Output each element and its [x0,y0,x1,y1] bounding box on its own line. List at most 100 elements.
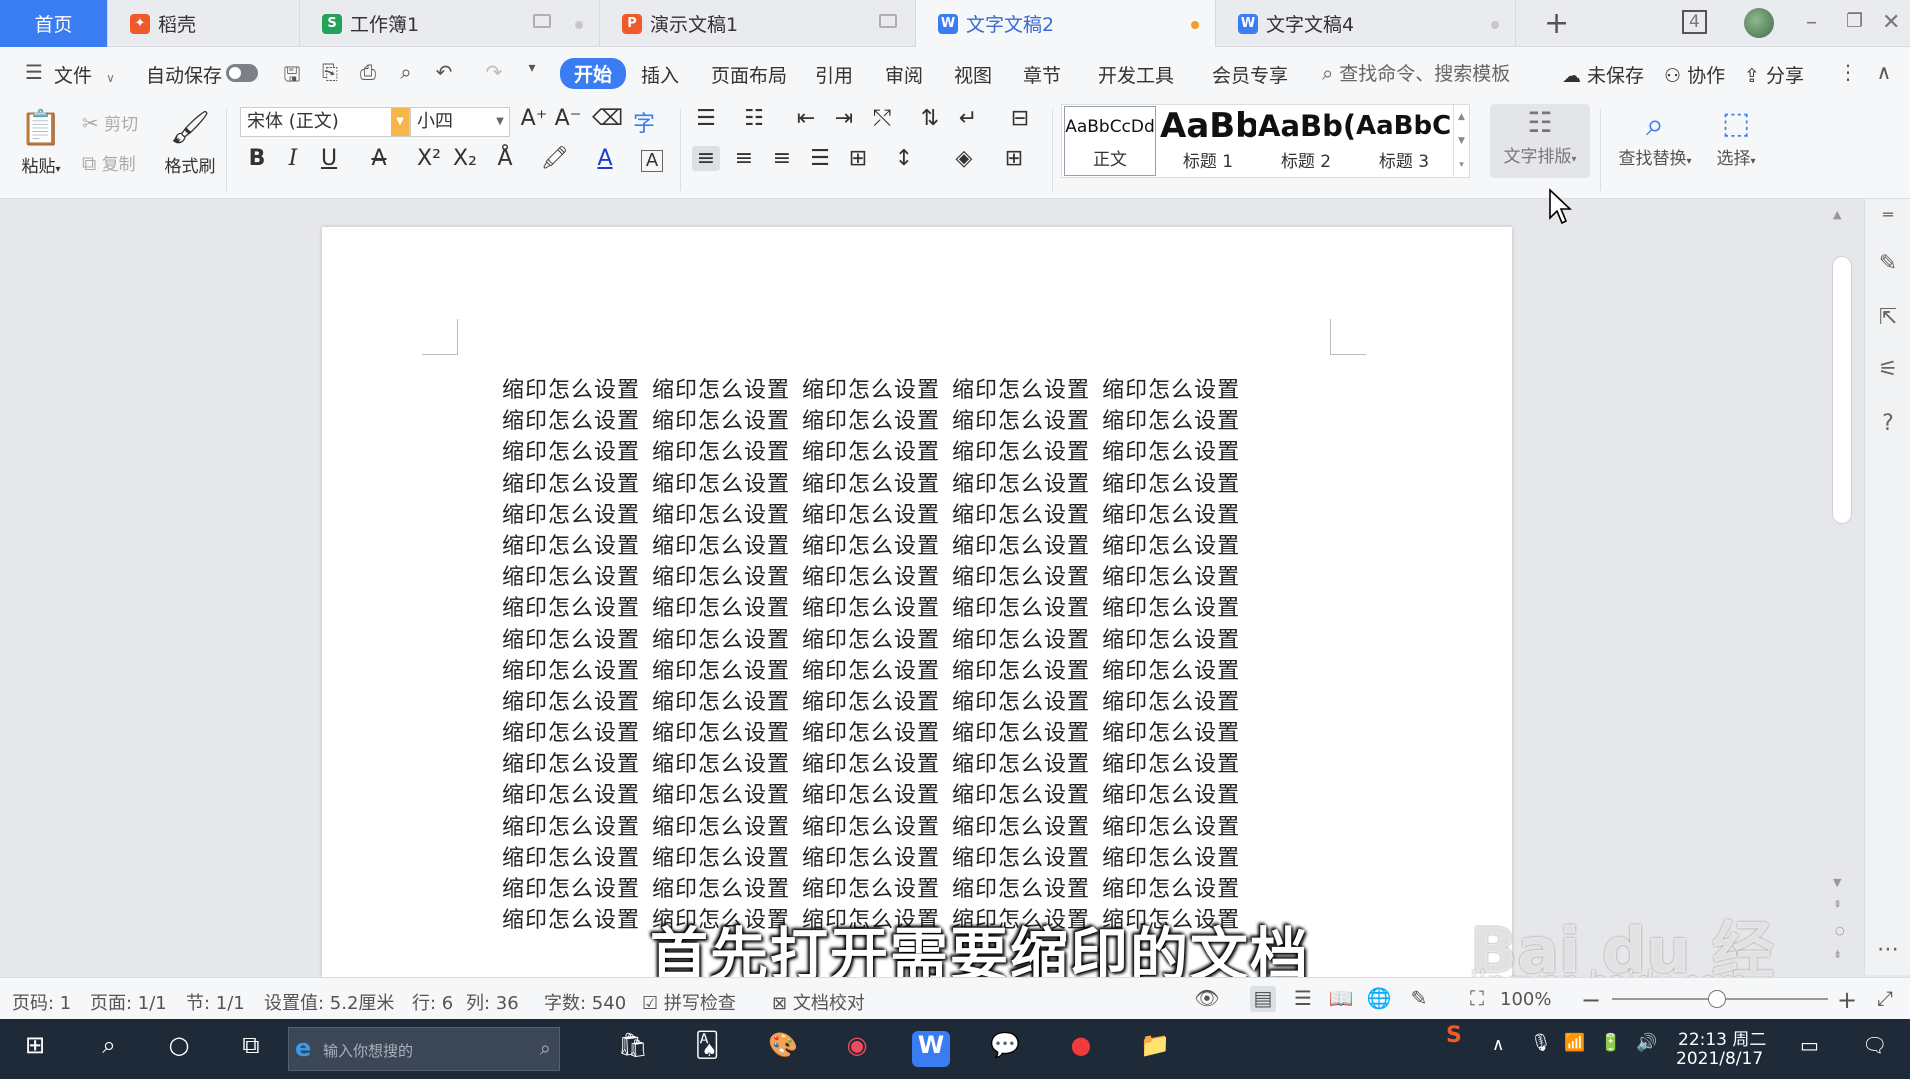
document-line[interactable]: 缩印怎么设置 缩印怎么设置 缩印怎么设置 缩印怎么设置 缩印怎么设置 [502,809,1282,840]
document-line[interactable]: 缩印怎么设置 缩印怎么设置 缩印怎么设置 缩印怎么设置 缩印怎么设置 [502,746,1282,777]
tab-document-2[interactable]: W 文字文稿2 [916,0,1216,47]
customize-toolbar-icon[interactable]: ▾ [520,60,544,84]
sliders-icon[interactable]: ⚟ [1875,357,1901,383]
chinese-layout-icon[interactable]: ⤲ [868,106,896,131]
windows-start-icon[interactable]: ⊞ [16,1031,54,1067]
zoom-out-icon[interactable]: − [1578,986,1604,1014]
scrollbar-thumb[interactable] [1832,256,1852,524]
autosave-toggle[interactable] [226,64,258,82]
write-view-icon[interactable]: ✎ [1406,986,1432,1012]
print-preview-icon[interactable]: ⌕ [394,60,418,84]
file-explorer-icon[interactable]: 📁 [1136,1031,1174,1067]
tab-docer[interactable]: ✦ 稻壳 [108,0,300,47]
font-size-select[interactable]: 小四 ▼ [410,107,510,137]
scroll-down-icon[interactable]: ▼ [1833,876,1841,889]
borders-icon[interactable]: ⊞ [1000,146,1028,171]
menu-member[interactable]: 会员专享 [1212,61,1288,88]
fullscreen-icon[interactable]: ⤢ [1872,986,1898,1012]
eye-protection-icon[interactable]: 👁 [1194,986,1220,1012]
highlight-icon[interactable]: 🖍 [541,146,569,171]
find-replace-button[interactable]: ⌕ 查找替换▾ [1610,104,1700,169]
store-icon[interactable]: 🛍 [614,1031,652,1067]
line-spacing-icon[interactable]: ↕ [890,146,918,171]
document-body[interactable]: 缩印怎么设置 缩印怎么设置 缩印怎么设置 缩印怎么设置 缩印怎么设置 缩印怎么设置 缩印怎么… [502,372,1282,933]
solitaire-icon[interactable]: 🂡 [688,1031,726,1067]
wechat-icon[interactable]: 💬 [986,1031,1024,1067]
action-center-icon[interactable]: 🗨 [1862,1033,1887,1057]
undo-icon[interactable]: ↶ [432,60,456,84]
tab-close-dot[interactable] [1491,21,1499,29]
taskbar-search-box[interactable]: e 输入你想搜的 ⌕ [288,1027,560,1071]
decrease-indent-icon[interactable]: ⇤ [792,106,820,131]
document-line[interactable]: 缩印怎么设置 缩印怎么设置 缩印怎么设置 缩印怎么设置 缩印怎么设置 [502,715,1282,746]
table-tools-icon[interactable]: ⊟ [1006,106,1034,131]
strikethrough-icon[interactable]: A [365,146,393,171]
restore-icon[interactable]: ❐ [1846,10,1863,32]
sort-icon[interactable]: ⇅ [916,106,944,131]
document-line[interactable]: 缩印怎么设置 缩印怎么设置 缩印怎么设置 缩印怎么设置 缩印怎么设置 [502,684,1282,715]
battery-icon[interactable]: 🔋 [1600,1033,1621,1053]
menu-start[interactable]: 开始 [560,58,627,89]
export-icon[interactable]: ⎘ [318,60,342,84]
tab-home[interactable]: 首页 [0,0,108,47]
microphone-icon[interactable]: 🎙 [1530,1033,1552,1053]
recorder-icon[interactable]: ● [1062,1031,1100,1067]
wifi-icon[interactable]: 📶 [1564,1033,1585,1053]
fit-page-icon[interactable]: ⛶ [1464,986,1490,1012]
document-line[interactable]: 缩印怎么设置 缩印怎么设置 缩印怎么设置 缩印怎么设置 缩印怎么设置 [502,777,1282,808]
select-browse-icon[interactable]: ○ [1835,924,1845,937]
underline-icon[interactable]: U [315,146,343,171]
unsaved-button[interactable]: ☁ 未保存 [1562,61,1644,88]
style-normal[interactable]: AaBbCcDd 正文 [1064,106,1156,176]
unsaved-dot[interactable] [1191,21,1199,29]
reading-view-icon[interactable]: 📖 [1328,986,1354,1012]
tray-expand-icon[interactable]: ∧ [1492,1035,1504,1055]
spell-check-button[interactable]: ☑ 拼写检查 [642,989,736,1015]
select-button[interactable]: ⬚ 选择▾ [1706,104,1766,169]
document-line[interactable]: 缩印怎么设置 缩印怎么设置 缩印怎么设置 缩印怎么设置 缩印怎么设置 [502,434,1282,465]
tab-document-4[interactable]: W 文字文稿4 [1216,0,1516,47]
close-icon[interactable]: ✕ [1882,10,1900,35]
web-view-icon[interactable]: 🌐 [1366,986,1392,1012]
share-button[interactable]: ⇪ 分享 [1744,61,1804,88]
page-view-icon[interactable]: ▤ [1250,986,1276,1012]
increase-font-icon[interactable]: A⁺ [520,106,548,131]
next-page-icon[interactable]: ⇟ [1833,948,1842,961]
menu-chapter[interactable]: 章节 [1023,61,1061,88]
pen-icon[interactable]: ✎ [1875,251,1901,277]
document-line[interactable]: 缩印怎么设置 缩印怎么设置 缩印怎么设置 缩印怎么设置 缩印怎么设置 [502,372,1282,403]
volume-icon[interactable]: 🔊 [1636,1033,1657,1053]
task-view-icon[interactable]: ⧉ [232,1031,270,1067]
format-painter-button[interactable]: 🖌 格式刷 [160,106,220,177]
bold-icon[interactable]: B [243,146,271,171]
paint-icon[interactable]: 🎨 [764,1031,802,1067]
more-icon[interactable]: ⋯ [1875,937,1901,963]
bullet-list-icon[interactable]: ☰ [692,106,720,131]
hamburger-icon[interactable]: ☰ [22,60,46,84]
character-border-icon[interactable]: A [641,150,663,172]
document-line[interactable]: 缩印怎么设置 缩印怎么设置 缩印怎么设置 缩印怎么设置 缩印怎么设置 [502,466,1282,497]
status-page-code[interactable]: 页码: 1 [12,989,71,1015]
cortana-icon[interactable]: ○ [160,1031,198,1067]
distributed-icon[interactable]: ⊞ [844,146,872,171]
document-line[interactable]: 缩印怎么设置 缩印怎么设置 缩印怎么设置 缩印怎么设置 缩印怎么设置 [502,590,1282,621]
shading-icon[interactable]: ◈ [950,146,978,171]
document-line[interactable]: 缩印怎么设置 缩印怎么设置 缩印怎么设置 缩印怎么设置 缩印怎么设置 [502,528,1282,559]
menu-review[interactable]: 审阅 [885,61,923,88]
status-page[interactable]: 页面: 1/1 [90,989,167,1015]
more-options-icon[interactable]: ⋮ [1836,60,1860,84]
prev-page-icon[interactable]: ⇞ [1833,898,1842,911]
taskbar-time[interactable]: 22:13 周二 [1678,1025,1766,1050]
font-name-select[interactable]: 宋体 (正文) ▼ [240,107,410,137]
increase-indent-icon[interactable]: ⇥ [830,106,858,131]
command-search[interactable]: ⌕ 查找命令、搜索模板 [1322,59,1510,86]
tab-presentation-1[interactable]: P 演示文稿1 [600,0,916,47]
menu-view[interactable]: 视图 [954,61,992,88]
minimize-icon[interactable]: – [1806,10,1817,35]
subscript-icon[interactable]: X₂ [451,146,479,171]
align-right-icon[interactable]: ≡ [768,146,796,171]
document-line[interactable]: 缩印怎么设置 缩印怎么设置 缩印怎么设置 缩印怎么设置 缩印怎么设置 [502,497,1282,528]
collaborate-button[interactable]: ⚇ 协作 [1664,61,1725,88]
camera-app-icon[interactable]: ◉ [838,1031,876,1067]
new-tab-icon[interactable]: + [1544,6,1569,41]
